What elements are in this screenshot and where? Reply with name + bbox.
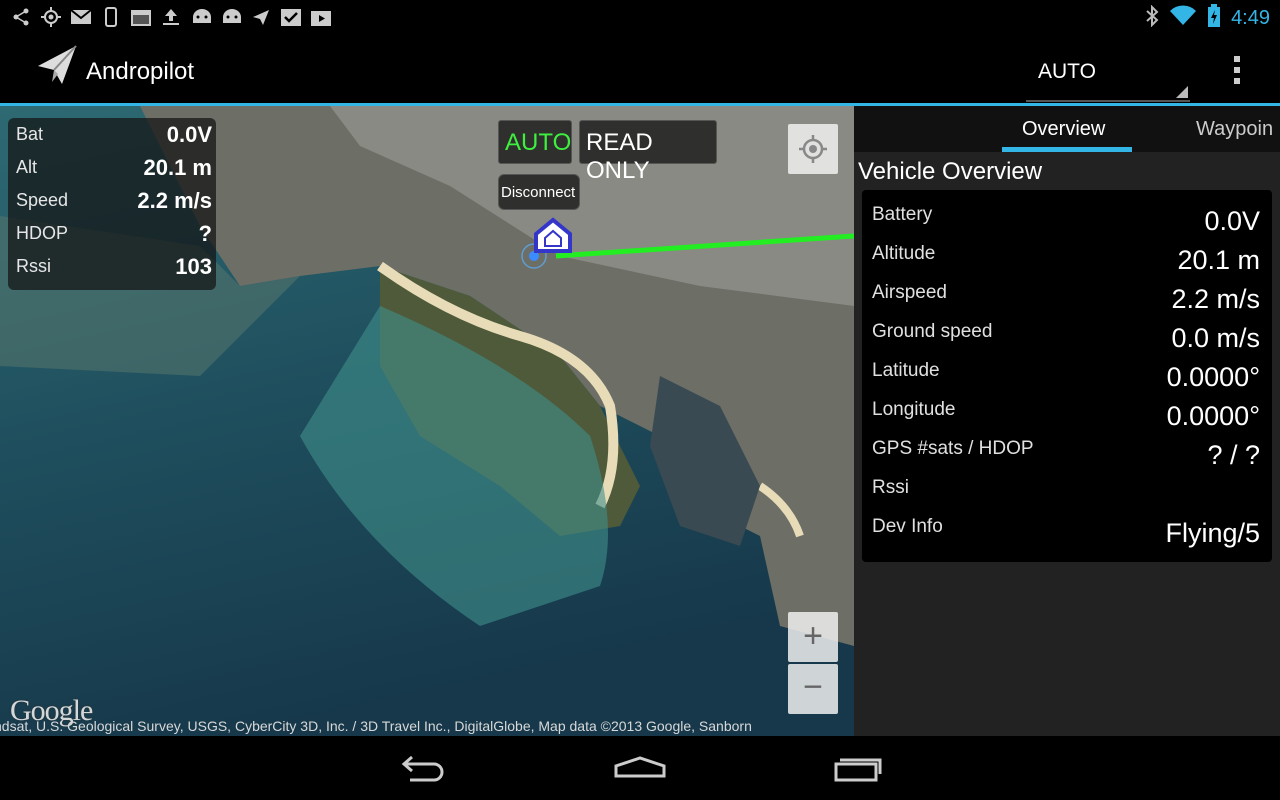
wifi-icon xyxy=(1169,5,1197,32)
telemetry-row: Rssi 103 xyxy=(16,254,212,279)
disconnect-button[interactable]: Disconnect xyxy=(498,174,580,210)
overview-row: GPS #sats / HDOP ? / ? xyxy=(872,438,1260,470)
telemetry-row: HDOP ? xyxy=(16,221,212,246)
bluetooth-icon xyxy=(1145,4,1159,32)
calendar-icon xyxy=(130,6,152,28)
zoom-out-button[interactable]: − xyxy=(788,664,838,714)
read-only-button[interactable]: READ ONLY xyxy=(579,120,717,184)
overview-row: Rssi xyxy=(872,477,909,498)
panel-title: Vehicle Overview xyxy=(858,158,1043,185)
mode-spinner[interactable]: AUTO xyxy=(1026,48,1190,102)
share-icon xyxy=(10,6,32,28)
battery-icon xyxy=(1207,4,1221,33)
overflow-menu-icon[interactable] xyxy=(1224,56,1250,88)
overview-row: Airspeed 2.2 m/s xyxy=(872,282,1260,314)
tab-strip: Overview Waypoin xyxy=(854,106,1280,152)
recent-apps-button[interactable] xyxy=(818,746,898,790)
status-indicators: 4:49 xyxy=(1145,4,1270,33)
navigation-bar xyxy=(0,736,1280,800)
send-icon xyxy=(250,6,272,28)
upload-icon xyxy=(160,6,182,28)
telemetry-overlay: Bat 0.0V Alt 20.1 m Speed 2.2 m/s HDOP ?… xyxy=(8,118,216,290)
overview-row: Latitude 0.0000° xyxy=(872,360,1260,392)
home-button[interactable] xyxy=(600,746,680,790)
paper-plane-icon[interactable] xyxy=(36,44,78,86)
map-view[interactable]: Bat 0.0V Alt 20.1 m Speed 2.2 m/s HDOP ?… xyxy=(0,106,854,736)
tab-waypoints[interactable]: Waypoin xyxy=(1196,118,1273,141)
overview-row: Longitude 0.0000° xyxy=(872,399,1260,431)
mode-spinner-label: AUTO xyxy=(1038,60,1096,83)
gmail-icon xyxy=(70,6,92,28)
my-location-button[interactable] xyxy=(788,124,838,174)
phone-icon xyxy=(100,6,122,28)
overview-row: Ground speed 0.0 m/s xyxy=(872,321,1260,353)
overview-row: Battery 0.0V xyxy=(872,204,1260,236)
back-icon xyxy=(401,755,444,782)
telemetry-row: Bat 0.0V xyxy=(16,122,212,147)
recent-apps-icon xyxy=(834,758,882,782)
selected-tab-indicator xyxy=(1002,147,1132,152)
android-icon xyxy=(190,6,212,28)
play-store-icon xyxy=(310,6,332,28)
clock: 4:49 xyxy=(1231,7,1270,29)
overview-row: Dev Info Flying/5 xyxy=(872,516,1260,548)
zoom-in-button[interactable]: + xyxy=(788,612,838,662)
vehicle-overview-card: Battery 0.0V Altitude 20.1 m Airspeed 2.… xyxy=(862,190,1272,562)
checklist-icon xyxy=(280,6,302,28)
status-bar: 4:49 xyxy=(0,0,1280,34)
android-icon xyxy=(220,6,242,28)
home-icon xyxy=(614,756,666,778)
map-attribution: ndsat, U.S. Geological Survey, USGS, Cyb… xyxy=(0,718,752,734)
notification-icons xyxy=(10,6,332,28)
crosshair-icon xyxy=(799,135,827,163)
spinner-arrow-icon xyxy=(1176,86,1188,98)
telemetry-row: Alt 20.1 m xyxy=(16,155,212,180)
tab-overview[interactable]: Overview xyxy=(1022,118,1105,141)
telemetry-row: Speed 2.2 m/s xyxy=(16,188,212,213)
side-panel: Overview Waypoin Vehicle Overview Batter… xyxy=(854,106,1280,736)
flight-mode-button[interactable]: AUTO xyxy=(498,120,572,164)
app-title: Andropilot xyxy=(86,58,195,85)
gps-icon xyxy=(40,6,62,28)
action-bar: Andropilot AUTO xyxy=(0,34,1280,106)
overview-row: Altitude 20.1 m xyxy=(872,243,1260,275)
back-button[interactable] xyxy=(384,746,464,790)
